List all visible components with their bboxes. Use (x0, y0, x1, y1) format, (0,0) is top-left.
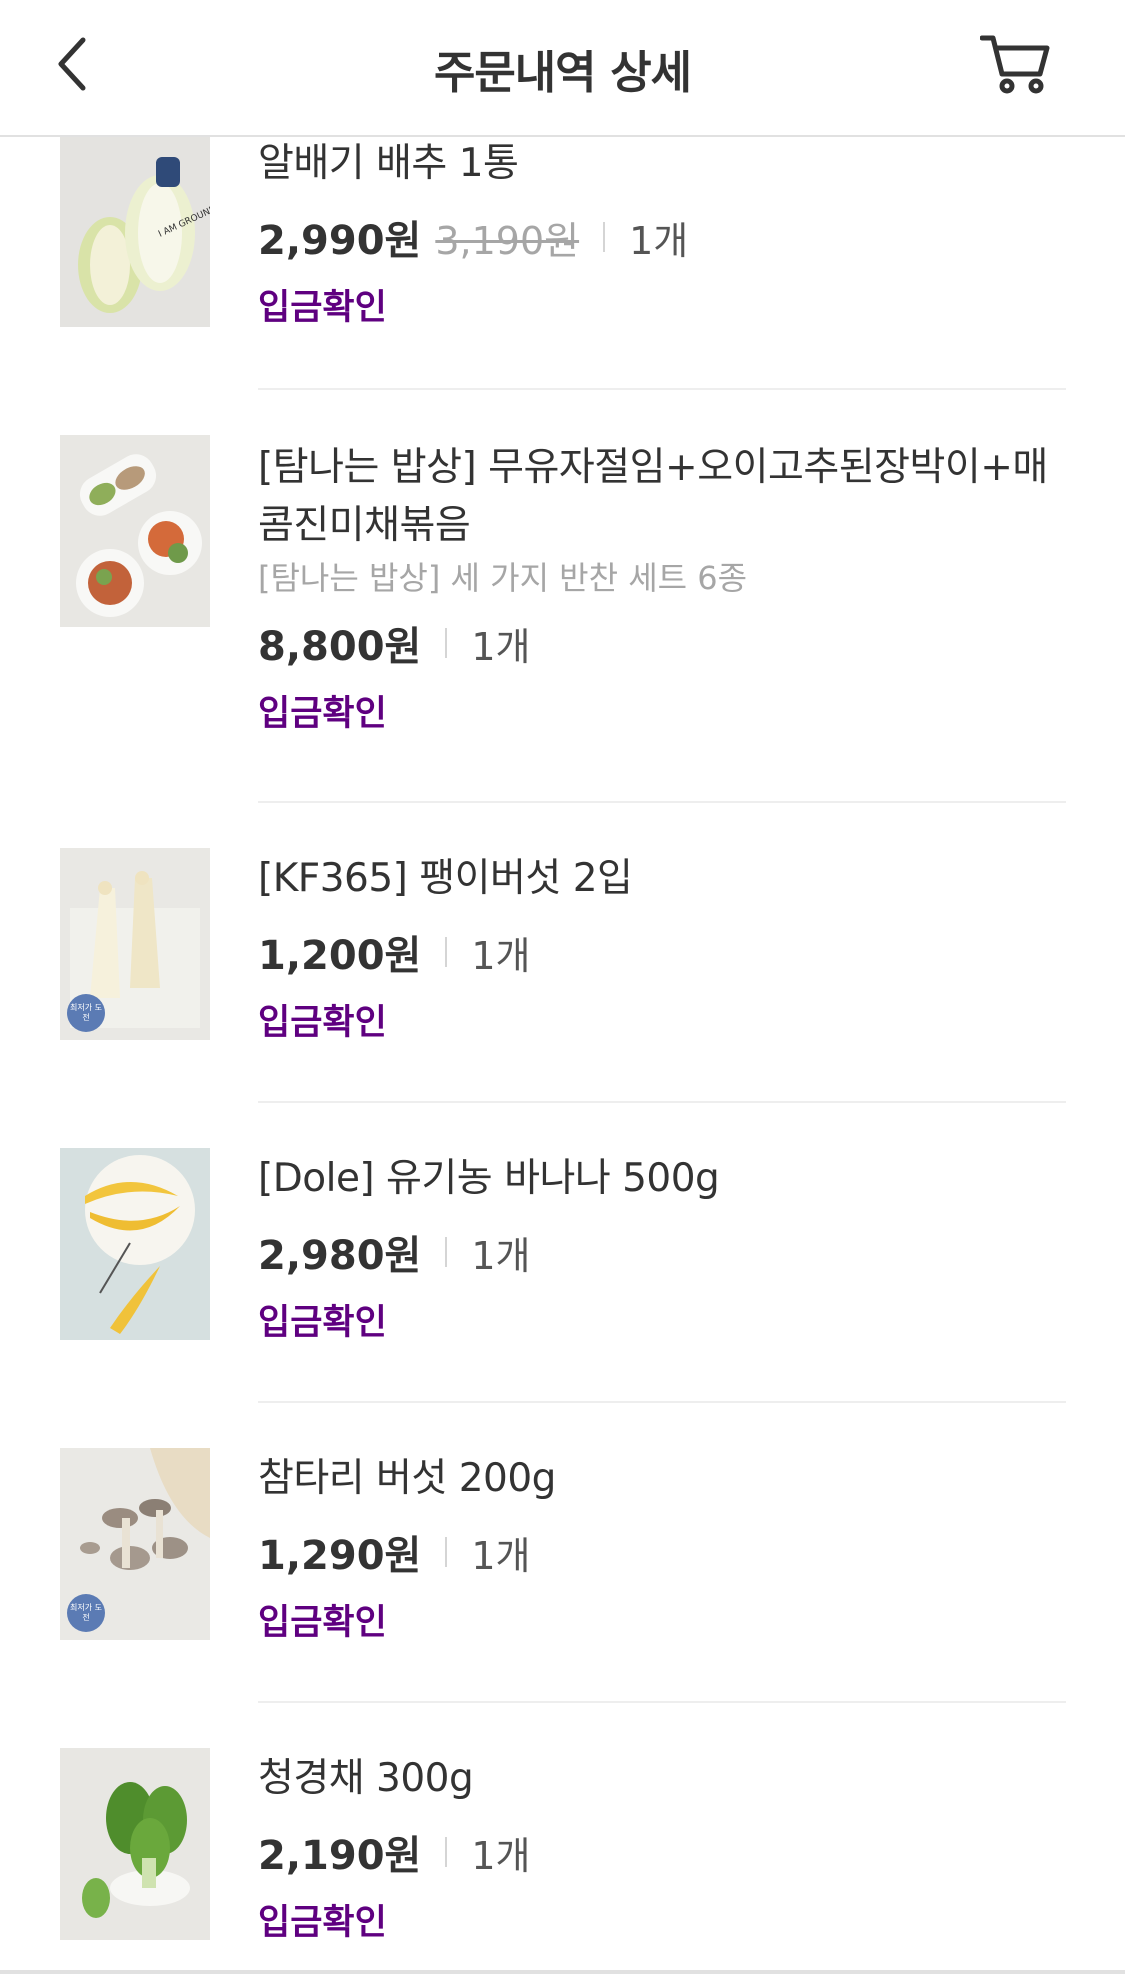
item-divider (258, 801, 1066, 803)
item-divider (258, 1701, 1066, 1703)
item-info: 청경채 300g 2,190원 1개 입금확인 (258, 1748, 1068, 1948)
quantity: 1개 (471, 933, 531, 978)
divider-bar (445, 1537, 448, 1567)
divider-bar (445, 1837, 448, 1867)
quantity: 1개 (471, 1233, 531, 1278)
item-info: 참타리 버섯 200g 1,290원 1개 입금확인 (258, 1448, 1068, 1648)
cart-icon (980, 35, 1050, 94)
divider-bar (603, 222, 606, 252)
product-thumbnail[interactable] (60, 435, 210, 627)
product-thumbnail[interactable]: 최저가 도전 (60, 1448, 210, 1640)
bok-choy-image (60, 1748, 210, 1940)
sale-price: 1,290원 (258, 1533, 422, 1579)
item-info: 알배기 배추 1통 2,990원 3,190원 1개 입금확인 (258, 137, 1068, 333)
order-status: 입금확인 (258, 694, 387, 734)
product-name[interactable]: 참타리 버섯 200g (258, 1450, 1068, 1508)
item-divider (258, 1401, 1066, 1403)
order-status: 입금확인 (258, 1303, 387, 1343)
product-option: [탐나는 밥상] 세 가지 반찬 세트 6종 (258, 559, 748, 597)
order-item-list: I AM GROUND 알배기 배추 1통 2,990원 3,190원 1개 입… (0, 137, 1125, 1974)
price-row: 2,990원 3,190원 1개 (258, 207, 1068, 267)
quantity: 1개 (471, 1833, 531, 1878)
sale-price: 2,190원 (258, 1833, 422, 1879)
lowest-price-badge: 최저가 도전 (67, 1594, 105, 1632)
price-row: 8,800원 1개 (258, 613, 1068, 673)
item-divider (258, 1101, 1066, 1103)
banana-image (60, 1148, 210, 1340)
order-status: 입금확인 (258, 288, 387, 328)
price-row: 2,980원 1개 (258, 1222, 1068, 1282)
divider-bar (445, 1237, 448, 1267)
page-title: 주문내역 상세 (433, 46, 692, 99)
app-header: 주문내역 상세 (0, 0, 1125, 137)
quantity: 1개 (629, 218, 689, 263)
order-status: 입금확인 (258, 1003, 387, 1043)
item-divider (258, 388, 1066, 390)
divider-bar (445, 937, 448, 967)
side-dish-image (60, 435, 210, 627)
product-name[interactable]: 알배기 배추 1통 (258, 137, 1068, 193)
sale-price: 2,980원 (258, 1233, 422, 1279)
original-price: 3,190원 (435, 218, 580, 263)
lowest-price-badge: 최저가 도전 (67, 994, 105, 1032)
item-info: [KF365] 팽이버섯 2입 1,200원 1개 입금확인 (258, 848, 1068, 1048)
product-name[interactable]: [Dole] 유기농 바나나 500g (258, 1150, 1068, 1208)
product-name[interactable]: [KF365] 팽이버섯 2입 (258, 850, 1068, 908)
product-name[interactable]: [탐나는 밥상] 무유자절임+오이고추된장박이+매콤진미채볶음 (258, 439, 1068, 555)
product-thumbnail[interactable]: I AM GROUND (60, 137, 210, 327)
price-row: 2,190원 1개 (258, 1822, 1068, 1882)
cart-button[interactable] (966, 24, 1066, 104)
sale-price: 2,990원 (258, 218, 422, 264)
price-row: 1,200원 1개 (258, 922, 1068, 982)
order-status: 입금확인 (258, 1903, 387, 1943)
item-info: [탐나는 밥상] 무유자절임+오이고추된장박이+매콤진미채볶음 [탐나는 밥상]… (258, 435, 1068, 739)
sale-price: 8,800원 (258, 624, 422, 670)
product-thumbnail[interactable] (60, 1148, 210, 1340)
quantity: 1개 (471, 624, 531, 669)
product-thumbnail[interactable]: 최저가 도전 (60, 848, 210, 1040)
cabbage-image: I AM GROUND (60, 137, 210, 327)
sale-price: 1,200원 (258, 933, 422, 979)
quantity: 1개 (471, 1533, 531, 1578)
order-status: 입금확인 (258, 1603, 387, 1643)
product-thumbnail[interactable] (60, 1748, 210, 1940)
product-name[interactable]: 청경채 300g (258, 1750, 1068, 1808)
divider-bar (445, 628, 448, 658)
price-row: 1,290원 1개 (258, 1522, 1068, 1582)
bottom-divider (0, 1970, 1125, 1974)
item-info: [Dole] 유기농 바나나 500g 2,980원 1개 입금확인 (258, 1148, 1068, 1348)
